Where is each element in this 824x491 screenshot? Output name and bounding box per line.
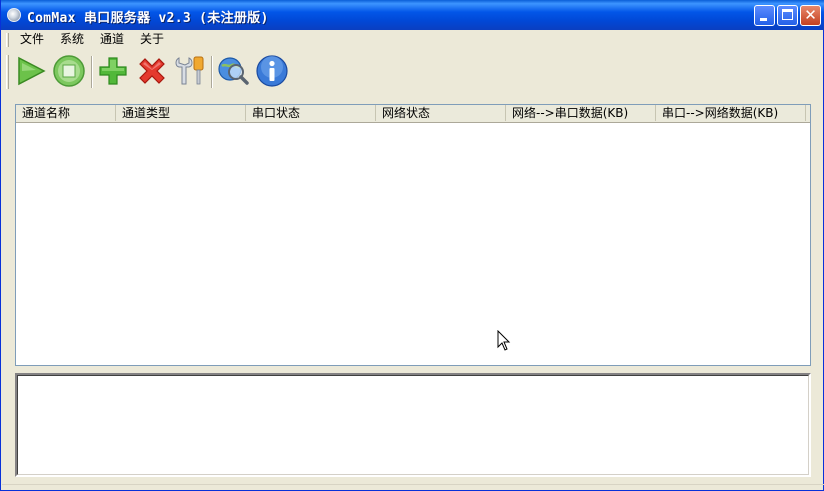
toolbar-grip[interactable] — [6, 55, 9, 89]
menu-file[interactable]: 文件 — [20, 32, 44, 47]
column-header-serial-to-net[interactable]: 串口-->网络数据(KB) — [656, 105, 806, 121]
menu-grip[interactable] — [6, 33, 9, 47]
menu-bar: 文件 系统 通道 关于 — [2, 30, 824, 49]
stop-icon — [53, 55, 85, 87]
menu-system[interactable]: 系统 — [60, 32, 84, 47]
settings-tools-icon — [175, 56, 204, 85]
maximize-icon — [782, 9, 793, 20]
play-icon — [18, 56, 46, 86]
toolbar-separator — [211, 56, 213, 88]
column-header-channel-name[interactable]: 通道名称 — [16, 105, 116, 121]
start-button[interactable] — [13, 54, 47, 88]
search-globe-icon — [218, 57, 249, 85]
search-button[interactable] — [216, 54, 250, 88]
channel-list[interactable]: 通道名称 通道类型 串口状态 网络状态 网络-->串口数据(KB) 串口-->网… — [15, 104, 811, 366]
log-pane[interactable] — [15, 373, 811, 477]
menu-about[interactable]: 关于 — [140, 32, 164, 47]
close-icon: ✕ — [804, 6, 817, 24]
add-icon — [99, 57, 127, 85]
window-title: ComMax 串口服务器 v2.3 (未注册版) — [27, 11, 269, 26]
delete-channel-button[interactable] — [135, 54, 169, 88]
log-pane-inner — [17, 375, 809, 475]
list-header: 通道名称 通道类型 串口状态 网络状态 网络-->串口数据(KB) 串口-->网… — [16, 105, 810, 123]
column-header-channel-type[interactable]: 通道类型 — [116, 105, 246, 121]
column-header-net-to-serial[interactable]: 网络-->串口数据(KB) — [506, 105, 656, 121]
maximize-button[interactable] — [777, 5, 798, 26]
stop-button[interactable] — [52, 54, 86, 88]
status-bar — [2, 484, 824, 485]
delete-icon — [139, 58, 165, 84]
info-button[interactable] — [255, 54, 289, 88]
app-window: ComMax 串口服务器 v2.3 (未注册版) ✕ 文件 系统 通道 关于 通… — [0, 0, 824, 491]
app-icon[interactable] — [7, 8, 21, 22]
add-channel-button[interactable] — [96, 54, 130, 88]
toolbar-separator — [91, 56, 93, 88]
minimize-button[interactable] — [754, 5, 775, 26]
channel-settings-button[interactable] — [173, 54, 207, 88]
close-button[interactable]: ✕ — [800, 5, 821, 26]
column-header-serial-status[interactable]: 串口状态 — [246, 105, 376, 121]
info-icon — [256, 55, 288, 87]
toolbar — [2, 50, 824, 95]
menu-channel[interactable]: 通道 — [100, 32, 124, 47]
mouse-cursor-icon — [497, 330, 511, 351]
minimize-icon — [760, 18, 767, 21]
title-bar[interactable]: ComMax 串口服务器 v2.3 (未注册版) ✕ — [1, 0, 824, 30]
column-header-network-status[interactable]: 网络状态 — [376, 105, 506, 121]
